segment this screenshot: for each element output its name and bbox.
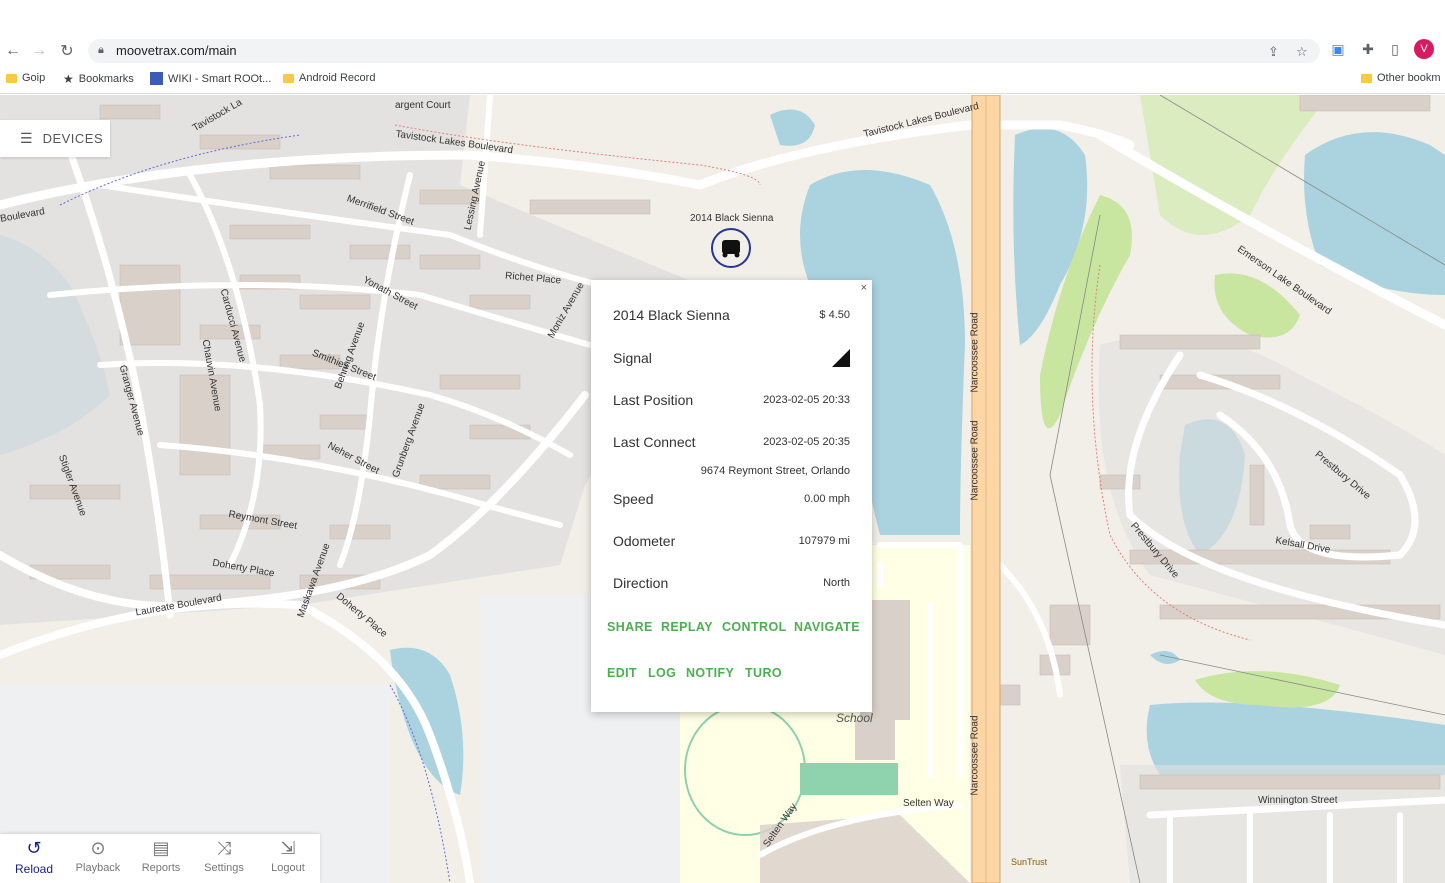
reload-button[interactable]: ↺ Reload (2, 838, 66, 876)
vehicle-info-popup: × 2014 Black Sienna $ 4.50 Signal Last P… (591, 280, 872, 712)
last-connect-row: Last Connect 2023-02-05 20:35 (613, 434, 850, 450)
bookmark-android-record[interactable]: Android Record (283, 72, 375, 84)
settings-button[interactable]: ⤨ Settings (192, 838, 256, 874)
profile-avatar[interactable]: V (1414, 39, 1434, 59)
replay-button[interactable]: REPLAY (661, 620, 713, 634)
logout-button[interactable]: ⇲ Logout (256, 838, 320, 874)
log-button[interactable]: LOG (648, 666, 676, 680)
bookmark-other[interactable]: Other bookm (1361, 72, 1441, 84)
share-icon[interactable]: ⇪ (1268, 44, 1279, 60)
extensions-puzzle-icon[interactable]: ✚ (1360, 41, 1376, 57)
bookmark-wiki[interactable]: WIKI - Smart ROOt... (150, 72, 271, 85)
vehicle-title-row: 2014 Black Sienna $ 4.50 (613, 305, 850, 325)
document-icon: ▤ (152, 838, 170, 858)
bookmark-bookmarks[interactable]: ★ Bookmarks (63, 72, 134, 86)
bottom-navigation: ↺ Reload ⊙ Playback ▤ Reports ⤨ Settings… (0, 834, 320, 883)
signal-row: Signal (613, 348, 850, 368)
share-button[interactable]: SHARE (607, 620, 653, 634)
reload-icon: ↺ (26, 838, 42, 858)
url-text: moovetrax.com/main (116, 43, 237, 58)
bookmark-goip[interactable]: Goip (6, 72, 45, 84)
map-label: argent Court (395, 100, 451, 111)
address-bar[interactable]: 🔒︎ moovetrax.com/main ⇪ ☆ (88, 39, 1320, 63)
playback-button[interactable]: ⊙ Playback (66, 838, 130, 874)
bookmarks-bar: Goip ★ Bookmarks WIKI - Smart ROOt... And… (0, 65, 1445, 94)
tab-strip (0, 0, 1445, 36)
edit-button[interactable]: EDIT (607, 666, 637, 680)
vehicle-address: 9674 Reymont Street, Orlando (700, 465, 850, 477)
back-icon[interactable]: ← (2, 40, 24, 62)
folder-icon (6, 73, 17, 83)
lock-icon: 🔒︎ (98, 44, 104, 56)
turo-button[interactable]: TURO (745, 666, 782, 680)
logout-icon: ⇲ (280, 838, 296, 858)
side-panel-icon[interactable]: ▯ (1387, 41, 1403, 57)
vehicle-marker-label: 2014 Black Sienna (690, 213, 774, 224)
map-label: Narcoossee Road (969, 312, 981, 393)
speed-row: Speed 0.00 mph (613, 491, 850, 507)
wiki-icon (150, 72, 163, 85)
browser-toolbar: ← → ↻ 🔒︎ moovetrax.com/main ⇪ ☆ (0, 36, 1445, 65)
map-label: Winnington Street (1258, 795, 1338, 806)
list-icon: ☰ (20, 130, 33, 146)
close-popup-button[interactable]: × (861, 282, 867, 294)
folder-icon (1361, 73, 1372, 83)
map-label: School (836, 711, 873, 725)
odometer-row: Odometer 107979 mi (613, 533, 850, 549)
shuffle-icon: ⤨ (216, 838, 232, 858)
map-label: Narcoossee Road (969, 420, 981, 501)
map-label: Narcoossee Road (969, 715, 981, 796)
map-label: Selten Way (903, 798, 954, 809)
vehicle-price: $ 4.50 (819, 309, 850, 321)
reports-button[interactable]: ▤ Reports (129, 838, 193, 874)
bookmark-star-icon[interactable]: ☆ (1296, 44, 1308, 60)
map-label: SunTrust (1011, 857, 1048, 867)
direction-row: Direction North (613, 575, 850, 591)
forward-icon[interactable]: → (28, 40, 50, 62)
folder-icon (283, 73, 294, 83)
translate-extension-icon[interactable]: ▣ (1330, 41, 1346, 57)
star-icon: ★ (63, 72, 74, 86)
last-position-row: Last Position 2023-02-05 20:33 (613, 392, 850, 408)
vehicle-name: 2014 Black Sienna (613, 307, 730, 323)
signal-strength-icon (832, 349, 850, 367)
play-icon: ⊙ (90, 838, 106, 858)
control-button[interactable]: CONTROL (722, 620, 787, 634)
reload-page-icon[interactable]: ↻ (56, 40, 78, 62)
devices-button[interactable]: ☰ DEVICES (0, 120, 110, 157)
navigate-button[interactable]: NAVIGATE (794, 620, 860, 634)
notify-button[interactable]: NOTIFY (686, 666, 734, 680)
